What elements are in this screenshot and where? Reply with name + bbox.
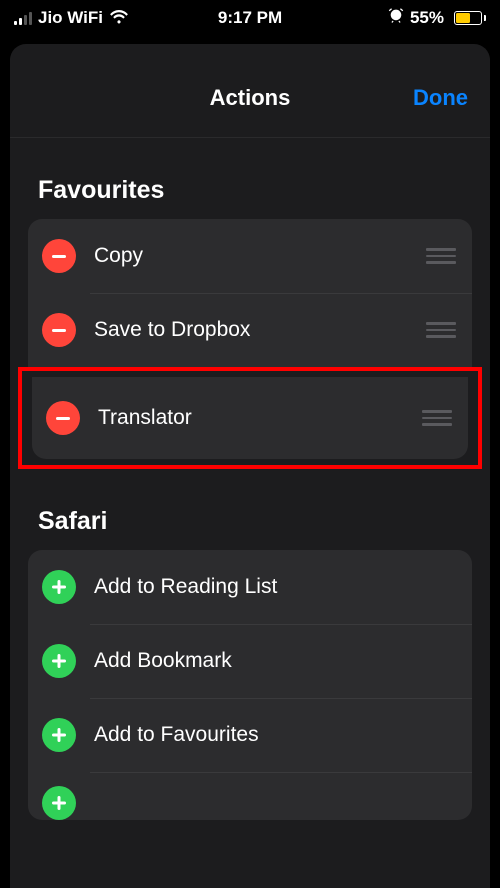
done-button[interactable]: Done bbox=[413, 85, 468, 111]
plus-icon bbox=[52, 728, 66, 742]
highlighted-row-annotation: Translator bbox=[18, 367, 482, 469]
nav-bar: Actions Done bbox=[10, 58, 490, 138]
section-header-favourites: Favourites bbox=[18, 138, 482, 219]
status-bar: Jio WiFi 9:17 PM 55% bbox=[0, 0, 500, 36]
list-item[interactable] bbox=[28, 772, 472, 820]
plus-icon bbox=[52, 580, 66, 594]
remove-button[interactable] bbox=[46, 401, 80, 435]
add-button[interactable] bbox=[42, 644, 76, 678]
add-button[interactable] bbox=[42, 570, 76, 604]
drag-handle-icon[interactable] bbox=[424, 322, 456, 338]
cellular-signal-icon bbox=[14, 12, 32, 25]
section-header-safari: Safari bbox=[18, 469, 482, 550]
content-scroll[interactable]: Favourites Copy Save to Dropbox bbox=[10, 138, 490, 820]
carrier-label: Jio WiFi bbox=[38, 8, 103, 28]
row-label: Copy bbox=[94, 243, 424, 269]
drag-handle-icon[interactable] bbox=[420, 410, 452, 426]
row-label: Add to Favourites bbox=[94, 722, 456, 748]
page-title: Actions bbox=[210, 85, 291, 111]
remove-button[interactable] bbox=[42, 239, 76, 273]
status-left: Jio WiFi bbox=[14, 8, 129, 28]
row-label: Save to Dropbox bbox=[94, 317, 424, 343]
wifi-icon bbox=[109, 10, 129, 27]
row-label: Translator bbox=[98, 405, 420, 431]
battery-percent: 55% bbox=[410, 8, 444, 28]
alarm-icon bbox=[388, 8, 404, 29]
list-item[interactable]: Add to Favourites bbox=[28, 698, 472, 772]
plus-icon bbox=[52, 796, 66, 810]
battery-icon bbox=[450, 11, 486, 25]
remove-button[interactable] bbox=[42, 313, 76, 347]
add-button[interactable] bbox=[42, 718, 76, 752]
list-item[interactable]: Add to Reading List bbox=[28, 550, 472, 624]
list-item[interactable]: Add Bookmark bbox=[28, 624, 472, 698]
row-label: Add Bookmark bbox=[94, 648, 456, 674]
list-item[interactable]: Copy bbox=[28, 219, 472, 293]
safari-group: Add to Reading List Add Bookmark Add to … bbox=[28, 550, 472, 820]
drag-handle-icon[interactable] bbox=[424, 248, 456, 264]
list-item[interactable]: Save to Dropbox bbox=[28, 293, 472, 367]
minus-icon bbox=[56, 417, 70, 420]
row-label: Add to Reading List bbox=[94, 574, 456, 600]
minus-icon bbox=[52, 329, 66, 332]
status-time: 9:17 PM bbox=[218, 8, 282, 28]
actions-sheet: Actions Done Favourites Copy Save to Dro… bbox=[10, 44, 490, 888]
status-right: 55% bbox=[388, 8, 486, 29]
add-button[interactable] bbox=[42, 786, 76, 820]
favourites-group: Copy Save to Dropbox bbox=[28, 219, 472, 367]
list-item[interactable]: Translator bbox=[32, 377, 468, 459]
plus-icon bbox=[52, 654, 66, 668]
minus-icon bbox=[52, 255, 66, 258]
